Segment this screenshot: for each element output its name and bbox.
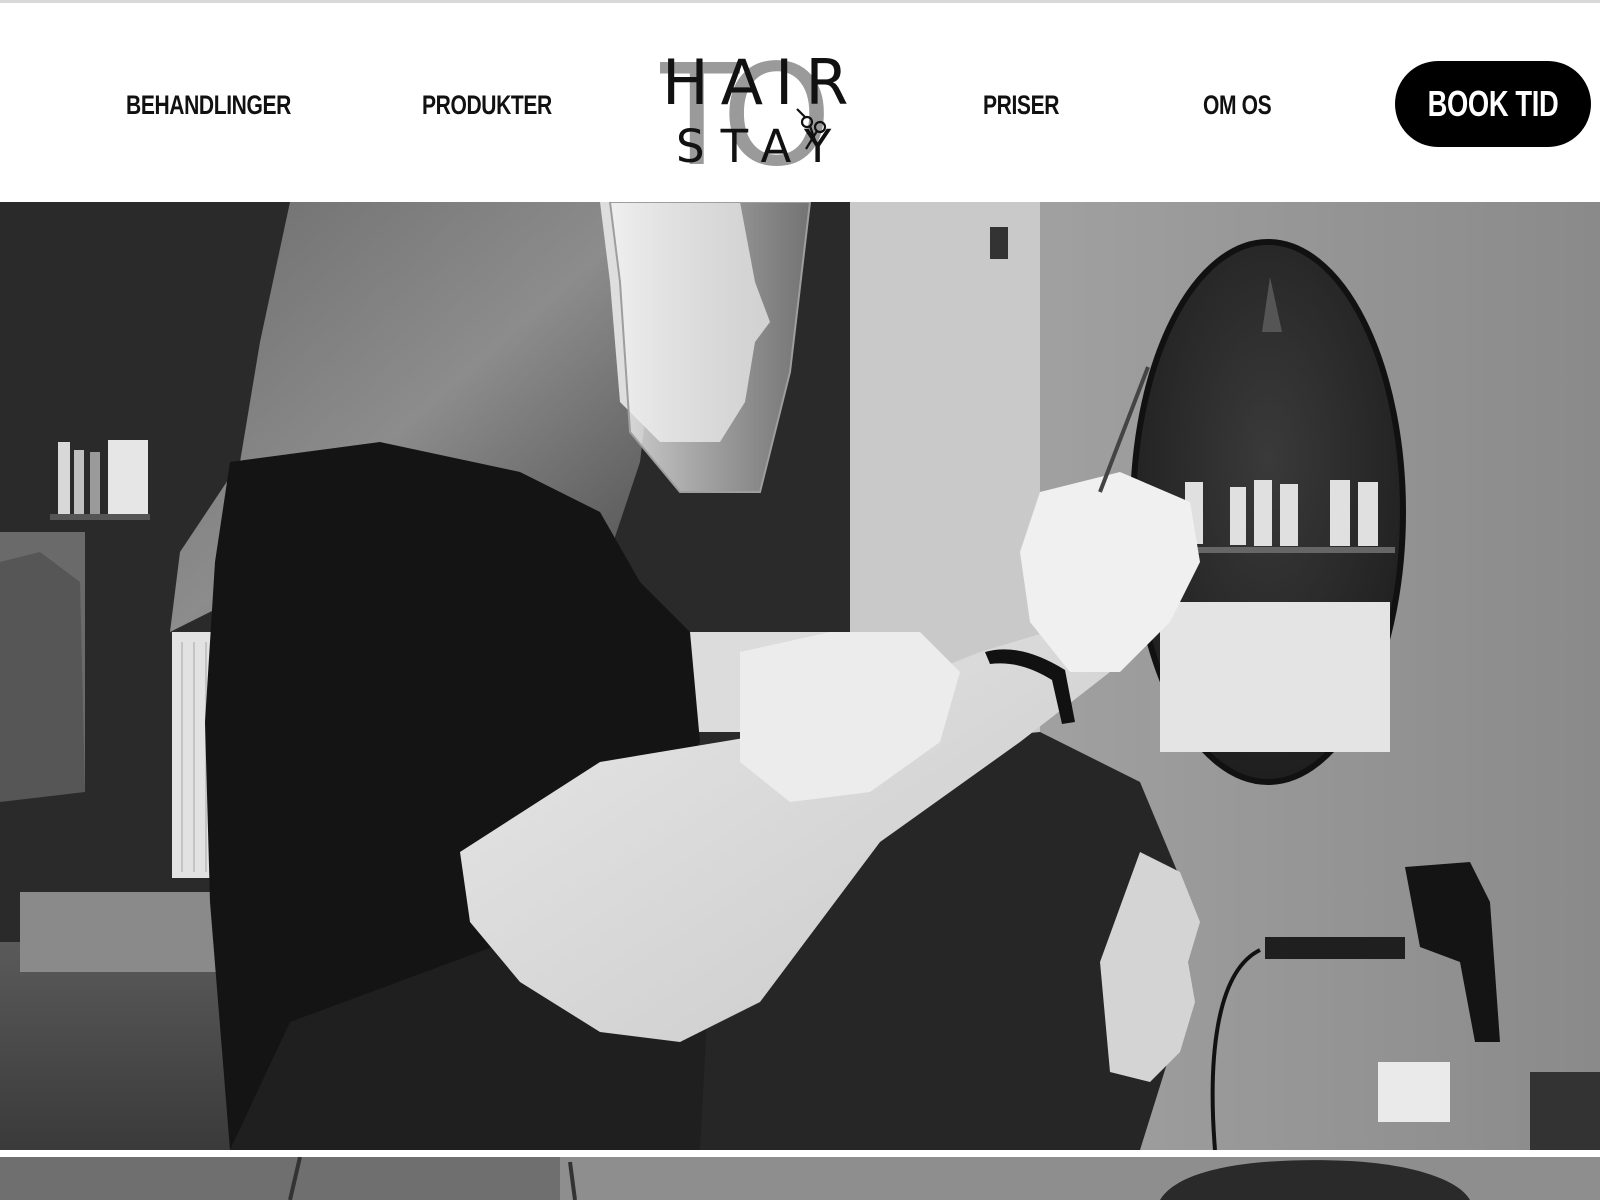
logo-word-stay: STAY — [676, 120, 847, 169]
hero-image — [0, 202, 1600, 1150]
section-divider — [0, 1150, 1600, 1157]
side-table — [1530, 1072, 1600, 1150]
nav-item-om-os[interactable]: OM OS — [1203, 85, 1272, 125]
nav-item-priser[interactable]: PRISER — [983, 85, 1059, 125]
left-shelf — [50, 514, 150, 520]
book-appointment-button[interactable]: BOOK TID — [1395, 61, 1591, 147]
bottle — [108, 440, 148, 514]
book-button-label: BOOK TID — [1427, 83, 1559, 124]
bottle — [90, 452, 100, 514]
next-section-shadow — [0, 1157, 560, 1200]
logo-word-hair: HAIR — [662, 46, 860, 119]
mirror-reflection-cabinet — [1160, 602, 1390, 752]
bottle — [58, 442, 70, 514]
bottle — [74, 450, 84, 514]
light-switch — [990, 227, 1008, 259]
nav-item-produkter[interactable]: PRODUKTER — [422, 85, 552, 125]
clothes — [0, 552, 85, 802]
site-header: BEHANDLINGER PRODUKTER TO HAIR STAY PRIS… — [0, 3, 1600, 202]
wall-socket — [1378, 1062, 1450, 1122]
next-section-image — [0, 1157, 1600, 1200]
nav-item-behandlinger[interactable]: BEHANDLINGER — [126, 85, 291, 125]
dryer-holder — [1265, 937, 1405, 959]
mirror-reflection-shelf — [1185, 547, 1395, 553]
site-logo[interactable]: TO HAIR STAY — [660, 39, 860, 169]
